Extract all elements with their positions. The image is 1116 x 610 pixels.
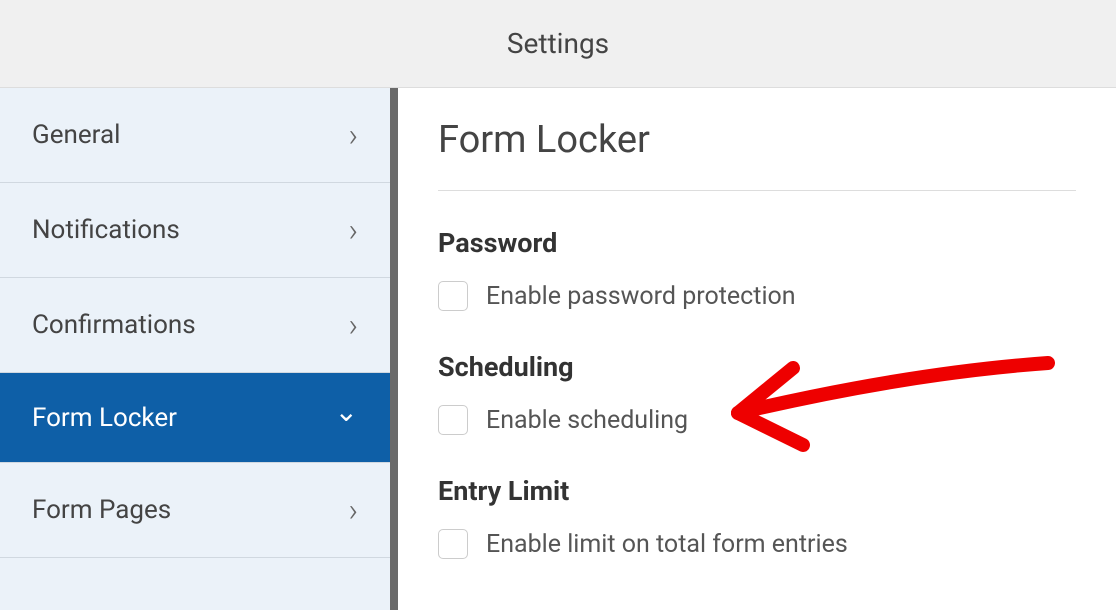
sidebar: General Notifications Confirmations Form… [0, 88, 398, 610]
chevron-right-icon [348, 306, 358, 344]
sidebar-item-label: General [32, 120, 120, 150]
header-title: Settings [507, 27, 609, 60]
header: Settings [0, 0, 1116, 88]
sidebar-item-label: Form Pages [32, 495, 171, 525]
checkbox-label-password: Enable password protection [486, 282, 796, 311]
checkbox-row-entry-limit: Enable limit on total form entries [438, 529, 1076, 559]
sidebar-item-label: Notifications [32, 215, 180, 245]
checkbox-label-entry-limit: Enable limit on total form entries [486, 530, 848, 559]
checkbox-row-password: Enable password protection [438, 281, 1076, 311]
section-scheduling-heading: Scheduling [438, 351, 1076, 383]
section-password-heading: Password [438, 227, 1076, 259]
sidebar-item-form-locker[interactable]: Form Locker [0, 373, 390, 463]
chevron-right-icon [348, 116, 358, 154]
section-entry-limit-heading: Entry Limit [438, 475, 1076, 507]
sidebar-item-label: Form Locker [32, 403, 177, 433]
checkbox-scheduling[interactable] [438, 405, 468, 435]
sidebar-item-label: Confirmations [32, 310, 196, 340]
chevron-right-icon [348, 491, 358, 529]
sidebar-item-confirmations[interactable]: Confirmations [0, 278, 390, 373]
page-title: Form Locker [438, 118, 1076, 162]
sidebar-item-general[interactable]: General [0, 88, 390, 183]
chevron-down-icon [335, 401, 358, 434]
divider [438, 190, 1076, 191]
checkbox-entry-limit[interactable] [438, 529, 468, 559]
content-panel: Form Locker Password Enable password pro… [398, 88, 1116, 610]
main-container: General Notifications Confirmations Form… [0, 88, 1116, 610]
checkbox-label-scheduling: Enable scheduling [486, 406, 688, 435]
checkbox-row-scheduling: Enable scheduling [438, 405, 1076, 435]
sidebar-item-form-pages[interactable]: Form Pages [0, 463, 390, 558]
checkbox-password-protection[interactable] [438, 281, 468, 311]
sidebar-item-notifications[interactable]: Notifications [0, 183, 390, 278]
chevron-right-icon [348, 211, 358, 249]
